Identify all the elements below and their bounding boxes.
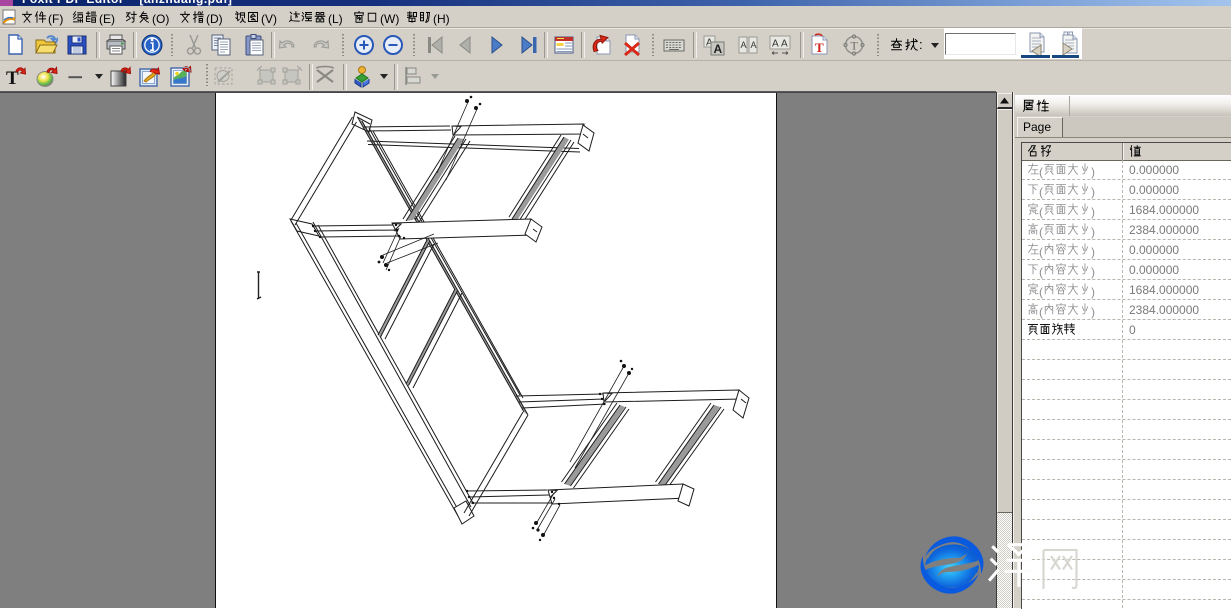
svg-text:A: A <box>751 40 757 50</box>
svg-text:A: A <box>772 39 779 50</box>
svg-text:T: T <box>851 39 859 53</box>
svg-text:A: A <box>781 39 788 50</box>
svg-text:A: A <box>714 42 723 56</box>
svg-text:A: A <box>741 40 747 50</box>
svg-text:T: T <box>815 40 824 55</box>
